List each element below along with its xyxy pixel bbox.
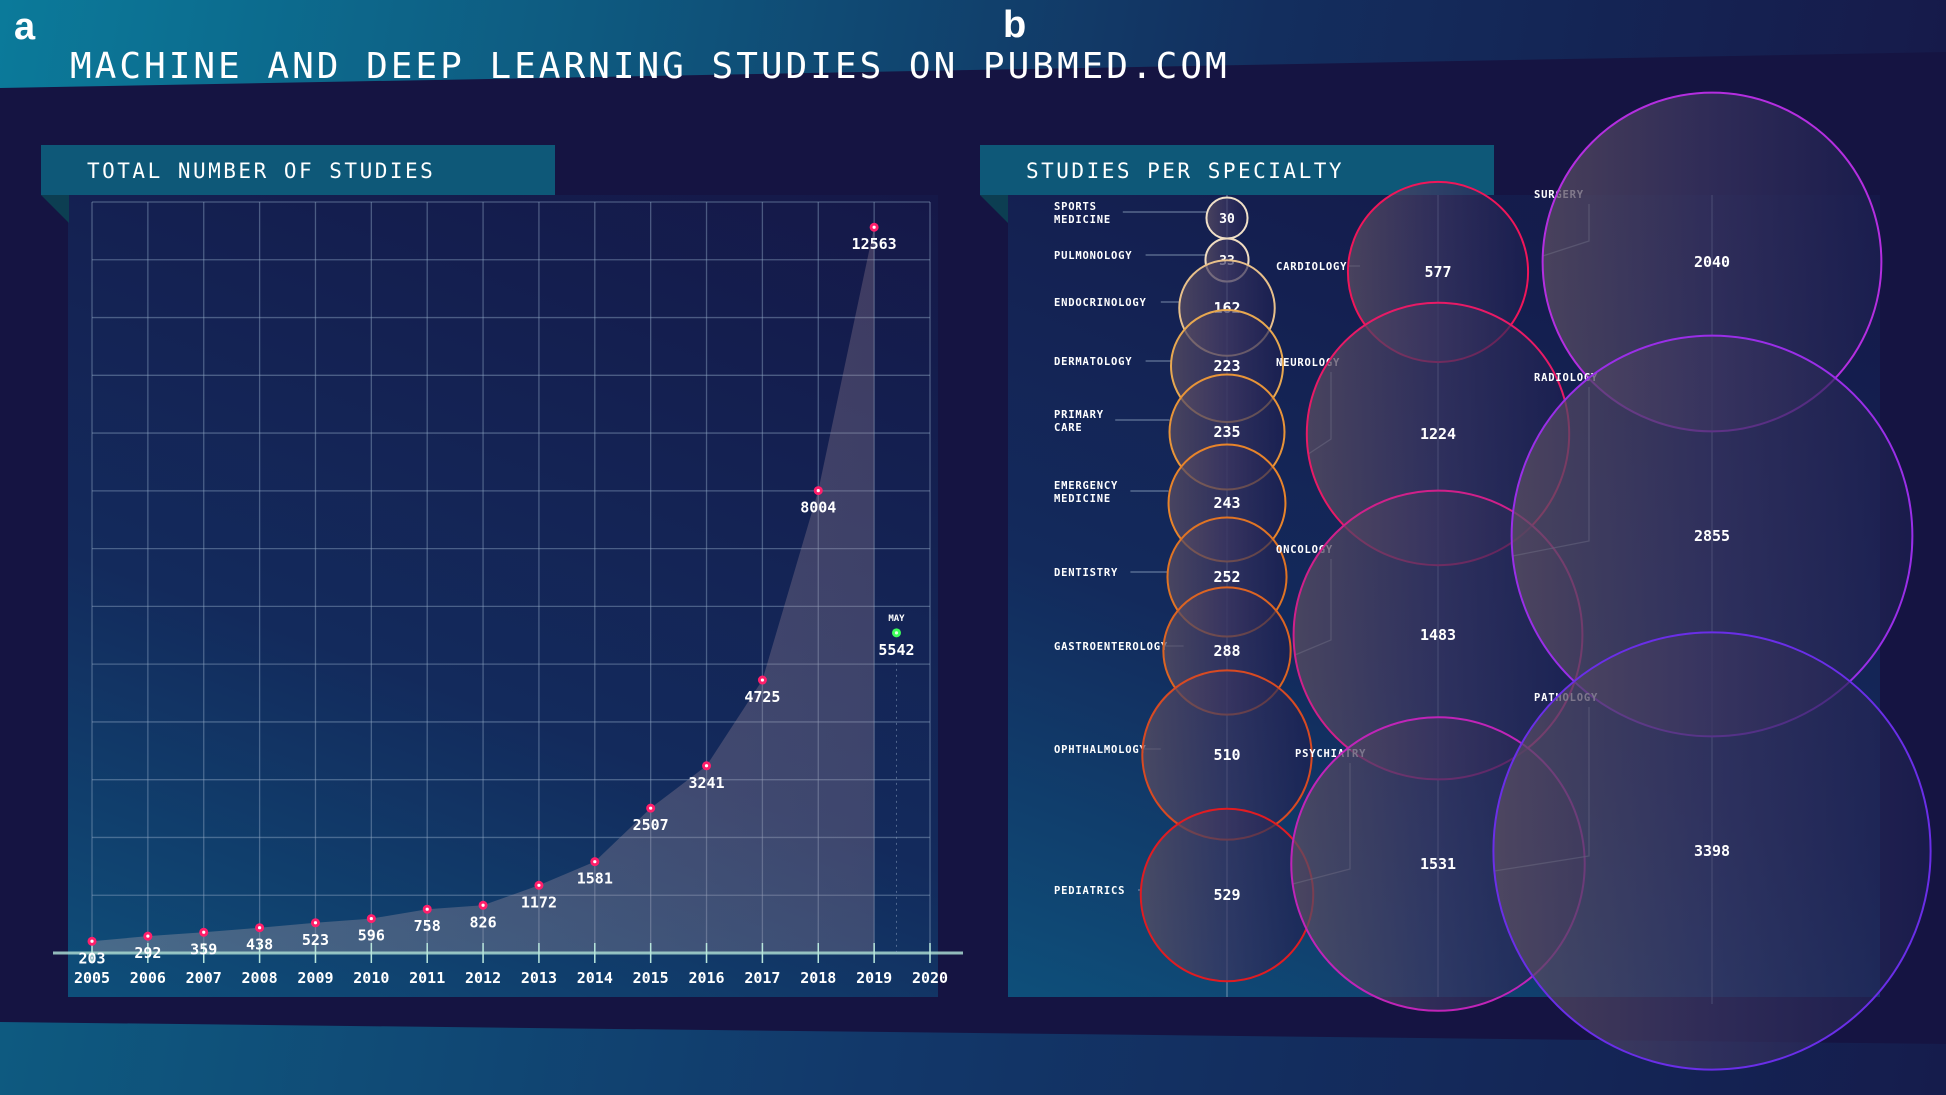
specialty-label: ENDOCRINOLOGY [1054,297,1147,309]
specialty-label: SPORTS MEDICINE [1054,201,1111,226]
specialty-bubble: PEDIATRICS 529 [1054,807,1315,983]
bubble-value: 510 [1213,746,1240,764]
infographic: a b MACHINE AND DEEP LEARNING STUDIES ON… [0,0,1946,1095]
bubble-value: 3398 [1694,842,1730,860]
bubble-value: 529 [1213,886,1240,904]
specialty-label: OPHTHALMOLOGY [1054,744,1147,756]
specialty-label: DERMATOLOGY [1054,356,1132,368]
bubble-value: 252 [1213,568,1240,586]
specialty-bubble-chart: SPORTSMEDICINE30PULMONOLOGY33ENDOCRINOLO… [1054,91,1932,1071]
specialty-bubble: SPORTS MEDICINE 30 [1054,196,1249,240]
bubble-value: 288 [1213,642,1240,660]
specialty-label: CARDIOLOGY [1276,261,1347,273]
bubble-value: 243 [1213,494,1240,512]
specialty-label: PEDIATRICS [1054,885,1125,897]
bubble-value: 1531 [1420,855,1456,873]
bubble-value: 30 [1219,212,1235,227]
specialty-label: DENTISTRY [1054,567,1118,579]
specialty-label: PRIMARY CARE [1054,409,1104,434]
bubbles: SPORTSMEDICINE30PULMONOLOGY33ENDOCRINOLO… [1054,91,1932,1071]
bubble-value: 2855 [1694,527,1730,545]
bubble-value: 2040 [1694,253,1730,271]
specialty-bubble: OPHTHALMOLOGY 510 [1054,669,1313,841]
specialty-label: GASTROENTEROLOGY [1054,641,1168,653]
bubble-value: 577 [1424,263,1451,281]
bubble-value: 1224 [1420,425,1456,443]
specialty-bubble: PATHOLOGY3398 [1492,631,1932,1071]
bubble-value: 235 [1213,423,1240,441]
bubble-value: 223 [1213,357,1240,375]
bubble-value: 1483 [1420,626,1456,644]
specialty-label: PULMONOLOGY [1054,250,1132,262]
specialty-label: EMERGENCY MEDICINE [1054,480,1118,505]
